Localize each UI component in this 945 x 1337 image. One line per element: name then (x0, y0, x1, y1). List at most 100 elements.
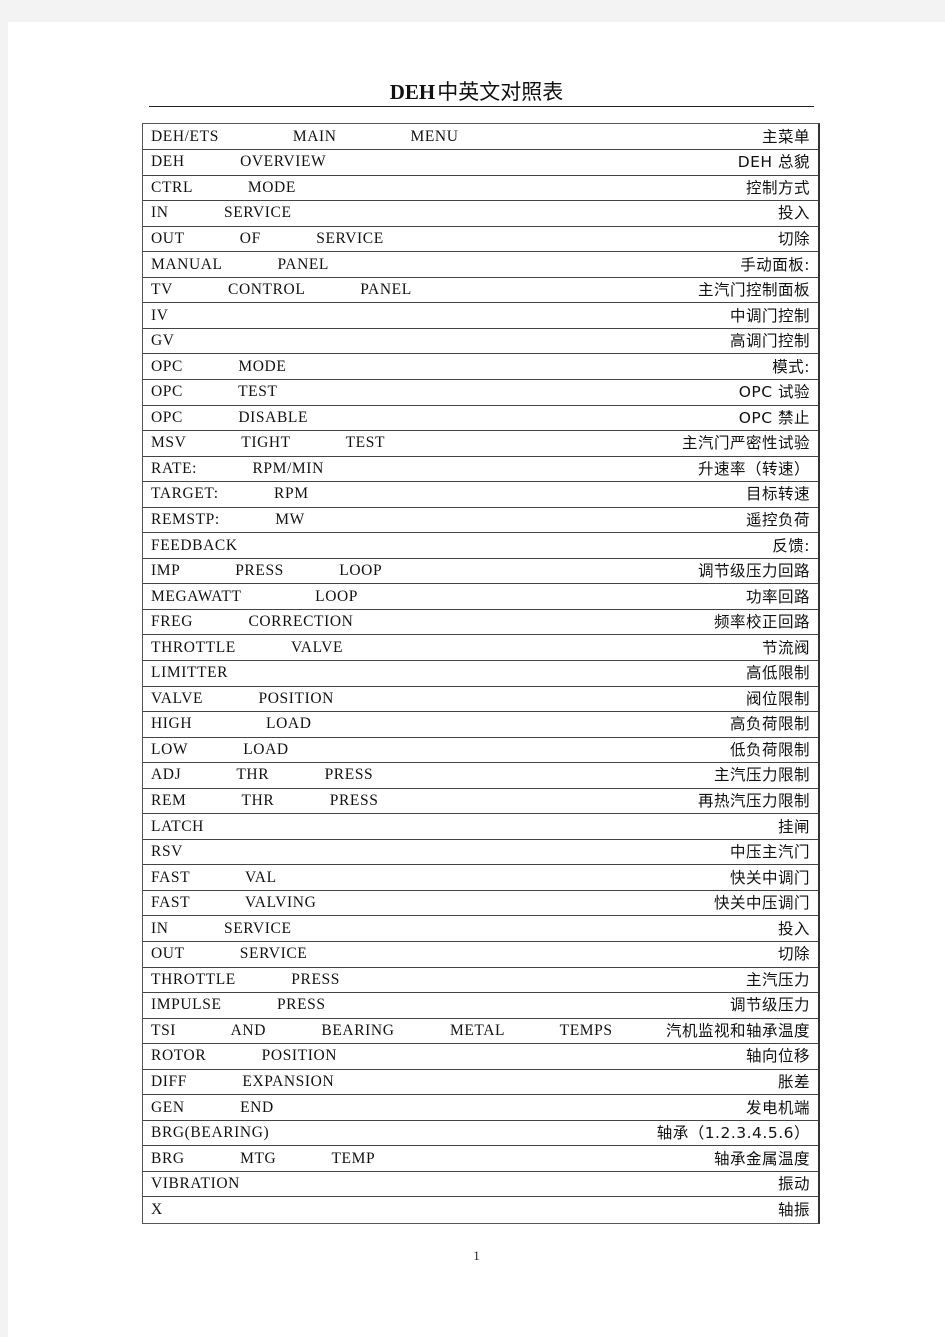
term-english: LATCH (143, 813, 481, 840)
term-english: VALVE POSITION (143, 685, 481, 712)
term-chinese: OPC 试验 (480, 378, 818, 406)
term-chinese: 切除 (480, 941, 818, 968)
term-english: OUT SERVICE (143, 941, 481, 968)
term-english: GV (143, 327, 481, 354)
term-chinese: 轴承金属温度 (480, 1145, 818, 1172)
table-row: ADJ THR PRESS 主汽压力限制 (143, 762, 818, 789)
table-row: DEH/ETS MAIN MENU 主菜单 (143, 124, 818, 150)
table-row: X 轴振 (143, 1196, 818, 1223)
table-row: HIGH LOAD 高负荷限制 (143, 711, 818, 738)
table-row: THROTTLE PRESS 主汽压力 (143, 966, 818, 993)
term-chinese: 节流阀 (480, 634, 818, 661)
term-chinese: 控制方式 (480, 174, 818, 201)
term-chinese: 高低限制 (480, 659, 818, 687)
term-chinese: 再热汽压力限制 (480, 787, 818, 814)
term-english: LOW LOAD (143, 736, 481, 763)
table-row: LATCH 挂闸 (143, 813, 818, 840)
term-english: IN SERVICE (143, 915, 481, 942)
table-row: MSV TIGHT TEST 主汽门严密性试验 (143, 430, 818, 457)
term-chinese: 高调门控制 (480, 327, 818, 354)
table-row: MEGAWATT LOOP 功率回路 (143, 583, 818, 610)
term-english: FAST VAL (143, 864, 481, 891)
table-row: OPC DISABLE OPC 禁止 (143, 404, 818, 431)
term-english: GEN END (143, 1094, 481, 1121)
term-english: DEH OVERVIEW (143, 149, 481, 176)
term-english: IMP PRESS LOOP (143, 557, 481, 584)
term-english: DEH/ETS MAIN MENU (151, 127, 459, 145)
table-row: ROTOR POSITION 轴向位移 (143, 1043, 818, 1070)
term-english: LIMITTER (143, 659, 481, 687)
term-chinese: 轴承（1.2.3.4.5.6） (480, 1119, 818, 1146)
table-row: IMPULSE PRESS 调节级压力 (143, 992, 818, 1019)
term-chinese: 快关中压调门 (480, 889, 818, 916)
term-chinese: 模式: (480, 353, 818, 380)
table-row: FEEDBACK 反馈: (143, 532, 818, 559)
table-row: RATE: RPM/MIN 升速率（转速） (143, 455, 818, 482)
term-english: FREG CORRECTION (143, 608, 481, 635)
term-chinese: 高负荷限制 (480, 711, 818, 738)
term-english: TARGET: RPM (143, 481, 481, 508)
term-english: BRG MTG TEMP (143, 1145, 481, 1172)
term-english: REMSTP: MW (143, 506, 481, 533)
term-chinese: 中调门控制 (480, 302, 818, 329)
table-row: FREG CORRECTION 频率校正回路 (143, 608, 818, 635)
table-row: TSI AND BEARING METAL TEMPS 汽机监视和轴承温度 (143, 1017, 818, 1044)
term-chinese: 主菜单 (761, 127, 810, 146)
table-row: BRG MTG TEMP 轴承金属温度 (143, 1145, 818, 1172)
table-row: TV CONTROL PANEL 主汽门控制面板 (143, 276, 818, 303)
term-english: MSV TIGHT TEST (143, 430, 481, 457)
term-english: ROTOR POSITION (143, 1043, 481, 1070)
term-english: CTRL MODE (143, 174, 481, 201)
term-english: FEEDBACK (143, 532, 481, 559)
term-english: OUT OF SERVICE (143, 225, 481, 252)
table-row: FAST VALVING 快关中压调门 (143, 889, 818, 916)
table-row: IN SERVICE 投入 (143, 915, 818, 942)
term-chinese: 升速率（转速） (480, 455, 818, 482)
page-number: 1 (473, 1248, 480, 1263)
table-row: LOW LOAD 低负荷限制 (143, 736, 818, 763)
term-chinese: 遥控负荷 (480, 506, 818, 533)
table-row: VIBRATION 振动 (143, 1170, 818, 1197)
term-chinese: 轴振 (480, 1196, 818, 1223)
term-english: IMPULSE PRESS (143, 992, 481, 1019)
term-english: DIFF EXPANSION (143, 1068, 481, 1095)
table-row: VALVE POSITION 阀位限制 (143, 685, 818, 712)
term-english: IV (143, 302, 481, 329)
term-chinese: 发电机端 (480, 1094, 818, 1121)
term-english: RSV (143, 838, 481, 865)
table-row: FAST VAL 快关中调门 (143, 864, 818, 891)
table-row: GEN END 发电机端 (143, 1094, 818, 1121)
table-row: OPC TEST OPC 试验 (143, 378, 818, 406)
table-row: IV 中调门控制 (143, 302, 818, 329)
term-chinese: 投入 (480, 915, 818, 942)
glossary-table: DEH/ETS MAIN MENU 主菜单 DEH OVERVIEW DEH 总貌 CT… (143, 124, 818, 1223)
term-english: MEGAWATT LOOP (143, 583, 481, 610)
term-english: TSI AND BEARING METAL TEMPS (143, 1017, 612, 1044)
term-chinese: 中压主汽门 (480, 838, 818, 865)
term-chinese: 胀差 (480, 1068, 818, 1095)
term-english: X (143, 1196, 481, 1223)
term-chinese: 功率回路 (480, 583, 818, 610)
table-row: DIFF EXPANSION 胀差 (143, 1068, 818, 1095)
term-english: OPC MODE (143, 353, 481, 380)
header-divider (149, 106, 814, 107)
term-chinese: 反馈: (480, 532, 818, 559)
term-chinese: 低负荷限制 (480, 736, 818, 763)
term-chinese: 主汽门控制面板 (480, 276, 818, 303)
term-chinese: 轴向位移 (480, 1043, 818, 1070)
term-chinese: 投入 (480, 200, 818, 227)
term-chinese: 调节级压力回路 (480, 557, 818, 584)
term-english: BRG(BEARING) (143, 1119, 481, 1146)
term-chinese: 挂闸 (480, 813, 818, 840)
document-page: DEH中英文对照表 DEH/ETS MAIN MENU 主菜单 DEH OVERVI… (8, 22, 945, 1337)
table-row: LIMITTER 高低限制 (143, 659, 818, 687)
term-english: ADJ THR PRESS (143, 762, 481, 789)
table-row: TARGET: RPM 目标转速 (143, 481, 818, 508)
table-row: GV 高调门控制 (143, 327, 818, 354)
term-english: THROTTLE PRESS (143, 966, 481, 993)
table-row: BRG(BEARING) 轴承（1.2.3.4.5.6） (143, 1119, 818, 1146)
term-english: VIBRATION (143, 1170, 481, 1197)
term-english: HIGH LOAD (143, 711, 481, 738)
term-english: RATE: RPM/MIN (143, 455, 481, 482)
term-chinese: DEH 总貌 (480, 149, 818, 176)
